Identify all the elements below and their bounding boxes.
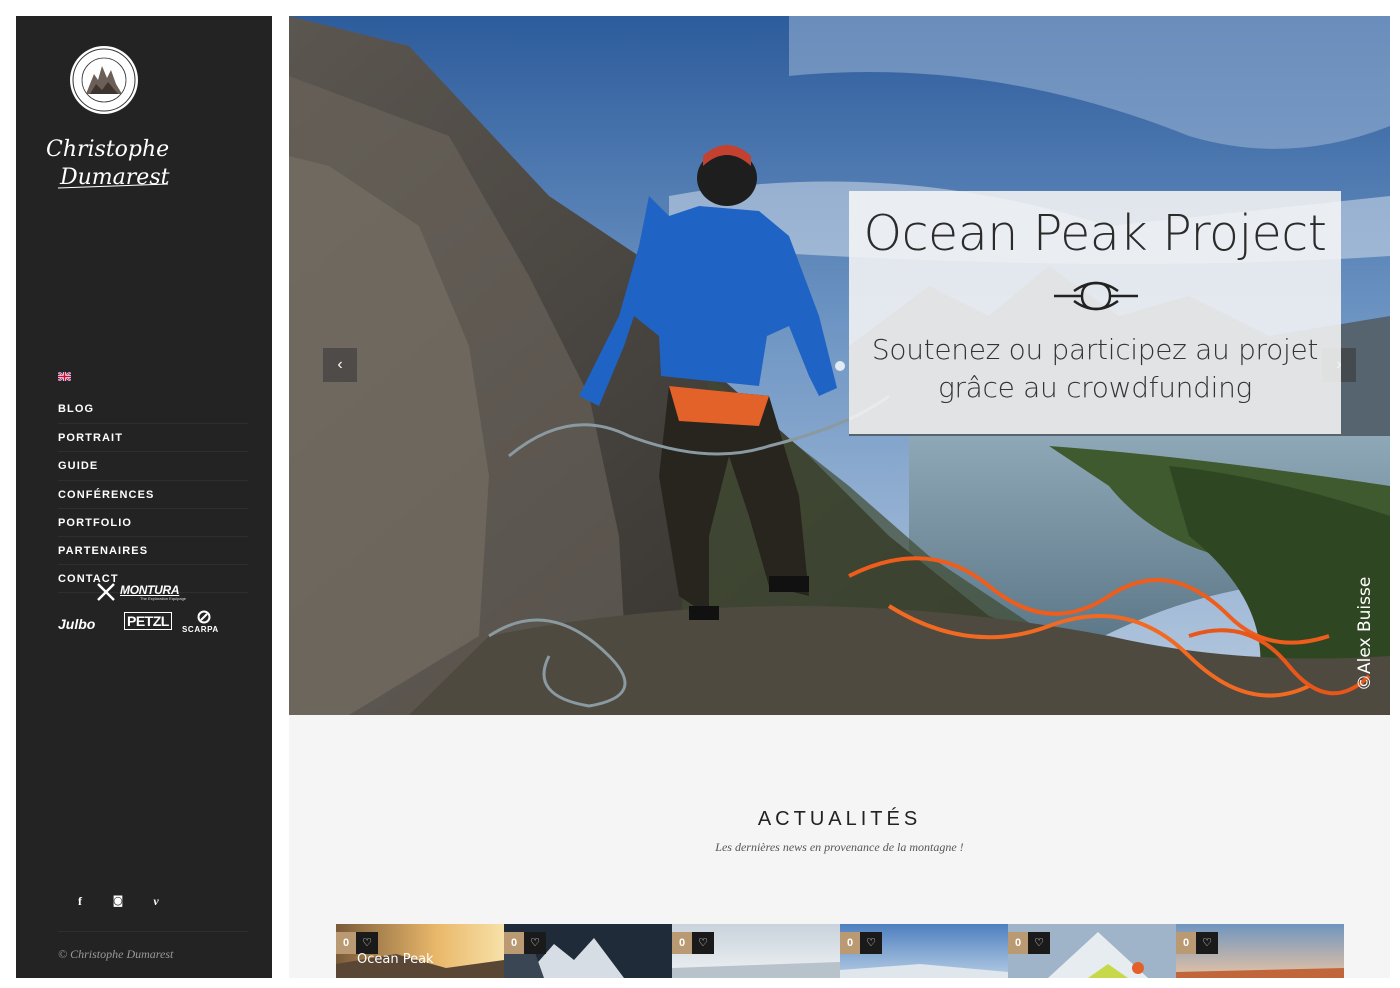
nav-guide[interactable]: GUIDE bbox=[58, 451, 248, 479]
hero-subtitle: Soutenez ou participez au projet grâce a… bbox=[849, 331, 1341, 407]
nav-blog[interactable]: BLOG bbox=[58, 395, 248, 423]
comment-count: 0 bbox=[504, 932, 524, 954]
hero-subtitle-line2: grâce au crowdfunding bbox=[937, 371, 1253, 404]
photo-credit: ©Alex Buisse bbox=[1349, 577, 1379, 701]
montura-icon[interactable] bbox=[96, 582, 116, 602]
news-subtitle: Les dernières news en provenance de la m… bbox=[715, 840, 964, 854]
montura-logo[interactable]: MONTURA bbox=[120, 583, 180, 597]
news-card[interactable]: 0 ♡ Ocean Peak bbox=[336, 924, 504, 978]
vimeo-icon[interactable]: v bbox=[148, 892, 164, 910]
footer-divider bbox=[58, 931, 248, 932]
nav-portfolio[interactable]: PORTFOLIO bbox=[58, 507, 248, 536]
instagram-icon[interactable]: ◙ bbox=[110, 892, 126, 910]
news-title: ACTUALITÉS bbox=[757, 808, 922, 830]
facebook-icon[interactable]: f bbox=[72, 892, 88, 910]
news-card[interactable]: 0 ♡ bbox=[1008, 924, 1176, 978]
sidebar: Christophe Dumarest BLOG PORTRAIT GUIDE … bbox=[16, 16, 272, 978]
scarpa-icon bbox=[197, 610, 211, 624]
nav-portrait[interactable]: PORTRAIT bbox=[58, 423, 248, 451]
comment-count: 0 bbox=[672, 932, 692, 954]
rope-knot-icon bbox=[1054, 281, 1138, 311]
hero-caption: Ocean Peak Project Soutenez ou participe… bbox=[849, 191, 1341, 434]
news-card[interactable]: 0 ♡ bbox=[504, 924, 672, 978]
sponsor-logos: MONTURA The Exploration Equipage Julbo P… bbox=[56, 582, 256, 642]
uk-flag-icon[interactable] bbox=[58, 372, 71, 381]
montura-tagline: The Exploration Equipage bbox=[140, 596, 187, 601]
news-card[interactable]: 0 ♡ bbox=[672, 924, 840, 978]
news-card[interactable]: 0 ♡ bbox=[840, 924, 1008, 978]
logo-name-line1: Christophe bbox=[46, 137, 169, 162]
copyright: © Christophe Dumarest bbox=[58, 947, 174, 961]
heart-icon[interactable]: ♡ bbox=[1028, 932, 1050, 954]
news-section: ACTUALITÉS Les dernières news en provena… bbox=[289, 715, 1390, 978]
hero-subtitle-line1: Soutenez ou participez au projet bbox=[871, 333, 1319, 366]
heart-icon[interactable]: ♡ bbox=[356, 932, 378, 954]
comment-count: 0 bbox=[1176, 932, 1196, 954]
hero-title: Ocean Peak Project bbox=[863, 205, 1327, 262]
petzl-logo[interactable]: PETZL bbox=[124, 612, 172, 630]
slider-dot[interactable] bbox=[835, 361, 845, 371]
nav-conferences[interactable]: CONFÉRENCES bbox=[58, 479, 248, 508]
news-card[interactable]: 0 ♡ bbox=[1176, 924, 1344, 978]
heart-icon[interactable]: ♡ bbox=[692, 932, 714, 954]
photo-credit-text: ©Alex Buisse bbox=[1355, 576, 1375, 691]
news-cards: 0 ♡ Ocean Peak 0 ♡ 0 ♡ 0 ♡ 0 ♡ 0 ♡ bbox=[336, 924, 1344, 978]
hero-slider[interactable]: ‹ › Ocean Peak Project Soutenez ou parti… bbox=[289, 16, 1390, 715]
main-nav: BLOG PORTRAIT GUIDE CONFÉRENCES PORTFOLI… bbox=[58, 368, 248, 594]
comment-count: 0 bbox=[336, 932, 356, 954]
news-card-caption: Ocean Peak bbox=[357, 952, 434, 967]
scarpa-logo[interactable]: SCARPA bbox=[182, 625, 219, 634]
comment-count: 0 bbox=[1008, 932, 1028, 954]
comment-count: 0 bbox=[840, 932, 860, 954]
julbo-logo[interactable]: Julbo bbox=[58, 616, 95, 632]
slider-prev-button[interactable]: ‹ bbox=[323, 348, 357, 382]
heart-icon[interactable]: ♡ bbox=[860, 932, 882, 954]
site-logo[interactable]: Christophe Dumarest bbox=[44, 44, 184, 194]
social-links: f ◙ v bbox=[68, 892, 178, 912]
heart-icon[interactable]: ♡ bbox=[1196, 932, 1218, 954]
nav-partenaires[interactable]: PARTENAIRES bbox=[58, 535, 248, 564]
heart-icon[interactable]: ♡ bbox=[524, 932, 546, 954]
